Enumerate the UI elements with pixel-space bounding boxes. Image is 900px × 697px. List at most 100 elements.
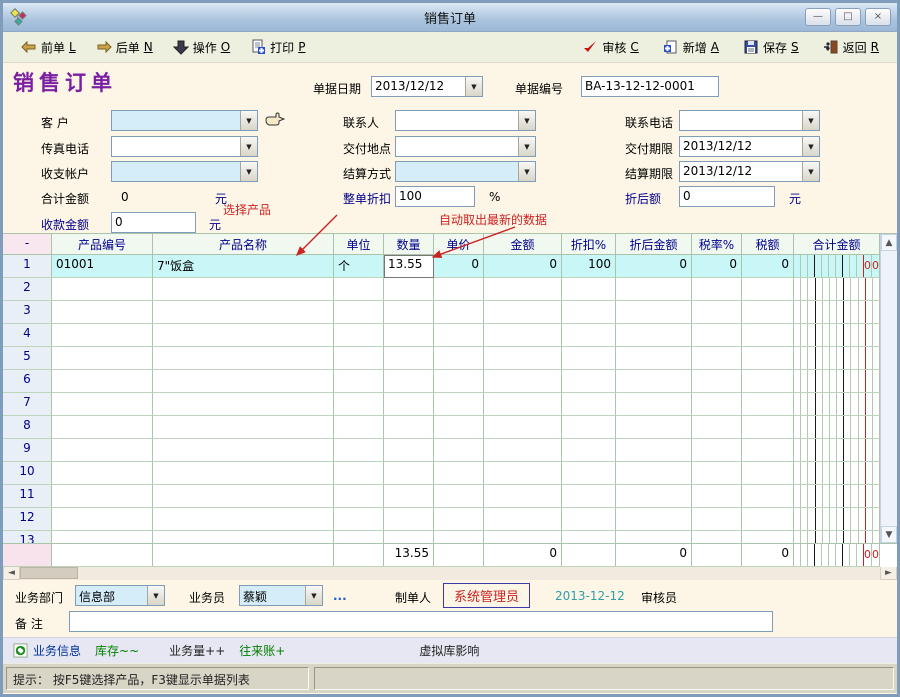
grid-cell[interactable] bbox=[384, 347, 434, 370]
grid-cell[interactable] bbox=[484, 531, 562, 543]
grid-cell[interactable] bbox=[52, 485, 153, 508]
grid-cell[interactable] bbox=[562, 508, 616, 531]
chevron-down-icon[interactable]: ▼ bbox=[240, 111, 257, 130]
grid-cell[interactable] bbox=[484, 462, 562, 485]
grid-cell[interactable] bbox=[434, 324, 484, 347]
grid-cell[interactable] bbox=[153, 301, 334, 324]
grid-cell[interactable] bbox=[334, 278, 384, 301]
grid-cell[interactable] bbox=[742, 416, 794, 439]
grid-cell[interactable] bbox=[616, 278, 692, 301]
inventory-link[interactable]: 库存~~ bbox=[95, 642, 139, 659]
grid-cell[interactable] bbox=[562, 278, 616, 301]
vertical-scrollbar[interactable]: ▲ ▼ bbox=[880, 234, 897, 543]
grid-cell[interactable] bbox=[434, 416, 484, 439]
grid-cell[interactable] bbox=[742, 439, 794, 462]
grid-cell[interactable] bbox=[153, 485, 334, 508]
new-button[interactable]: 新增A bbox=[657, 37, 725, 58]
chevron-down-icon[interactable]: ▼ bbox=[518, 111, 535, 130]
grid-cell[interactable] bbox=[153, 278, 334, 301]
grid-cell[interactable] bbox=[52, 531, 153, 543]
row-number-cell[interactable]: 9 bbox=[3, 439, 52, 462]
grid-cell[interactable] bbox=[334, 485, 384, 508]
grid-cell[interactable] bbox=[616, 508, 692, 531]
grid-cell[interactable] bbox=[562, 347, 616, 370]
grid-cell[interactable] bbox=[562, 485, 616, 508]
grid-cell[interactable] bbox=[334, 462, 384, 485]
doc-date-select[interactable]: 2013/12/12 ▼ bbox=[371, 76, 483, 97]
grid-cell[interactable] bbox=[692, 370, 742, 393]
grid-cell[interactable] bbox=[484, 416, 562, 439]
grid-cell[interactable] bbox=[692, 393, 742, 416]
grid-cell[interactable] bbox=[334, 324, 384, 347]
settle-method-select[interactable]: ▼ bbox=[395, 161, 536, 182]
grid-cell[interactable] bbox=[52, 301, 153, 324]
grid-cell[interactable] bbox=[562, 531, 616, 543]
contact-phone-select[interactable]: ▼ bbox=[679, 110, 820, 131]
grid-cell[interactable]: 个 bbox=[334, 255, 384, 278]
scroll-down-icon[interactable]: ▼ bbox=[881, 526, 897, 543]
grid-cell[interactable]: 0 bbox=[434, 255, 484, 278]
refresh-icon[interactable] bbox=[13, 643, 28, 658]
grid-cell[interactable] bbox=[334, 370, 384, 393]
grid-cell[interactable] bbox=[692, 439, 742, 462]
grid-cell[interactable] bbox=[484, 370, 562, 393]
grid-cell[interactable]: 0 bbox=[484, 255, 562, 278]
fax-select[interactable]: ▼ bbox=[111, 136, 258, 157]
chevron-down-icon[interactable]: ▼ bbox=[465, 77, 482, 96]
more-button[interactable]: ... bbox=[333, 589, 347, 603]
row-number-cell[interactable]: 1 bbox=[3, 255, 52, 278]
grid-cell[interactable]: 0 bbox=[616, 255, 692, 278]
grid-cell[interactable] bbox=[484, 439, 562, 462]
grid-cell[interactable] bbox=[742, 393, 794, 416]
grid-cell[interactable] bbox=[616, 324, 692, 347]
chevron-down-icon[interactable]: ▼ bbox=[518, 137, 535, 156]
business-info-link[interactable]: 业务信息 bbox=[33, 642, 81, 659]
grid-cell[interactable] bbox=[434, 393, 484, 416]
grid-cell[interactable] bbox=[692, 531, 742, 543]
grid-cell[interactable] bbox=[562, 370, 616, 393]
current-account-link[interactable]: 往来账+ bbox=[239, 642, 285, 659]
grid-cell[interactable] bbox=[52, 393, 153, 416]
grid-cell[interactable] bbox=[616, 531, 692, 543]
grid-cell[interactable] bbox=[562, 393, 616, 416]
grid-cell[interactable]: 7"饭盒 bbox=[153, 255, 334, 278]
grid-cell[interactable] bbox=[52, 462, 153, 485]
grid-cell[interactable]: 0 bbox=[742, 255, 794, 278]
grid-cell[interactable] bbox=[384, 301, 434, 324]
print-button[interactable]: 打印P bbox=[244, 37, 311, 58]
scrollbar-thumb[interactable] bbox=[20, 567, 78, 579]
chevron-down-icon[interactable]: ▼ bbox=[240, 137, 257, 156]
grid-cell[interactable] bbox=[692, 301, 742, 324]
grid-cell[interactable] bbox=[384, 370, 434, 393]
grid-cell[interactable] bbox=[562, 462, 616, 485]
grid-cell[interactable] bbox=[562, 416, 616, 439]
grid-cell[interactable] bbox=[153, 324, 334, 347]
grid-cell[interactable] bbox=[616, 370, 692, 393]
grid-cell[interactable] bbox=[562, 324, 616, 347]
grid-cell[interactable] bbox=[153, 370, 334, 393]
row-number-cell[interactable]: 5 bbox=[3, 347, 52, 370]
grid-cell[interactable] bbox=[616, 462, 692, 485]
chevron-down-icon[interactable]: ▼ bbox=[305, 586, 322, 605]
grid-cell[interactable] bbox=[484, 278, 562, 301]
grid-cell[interactable] bbox=[52, 324, 153, 347]
grid-cell[interactable] bbox=[616, 485, 692, 508]
delivery-date-select[interactable]: 2013/12/12 ▼ bbox=[679, 136, 820, 157]
contact-select[interactable]: ▼ bbox=[395, 110, 536, 131]
scroll-left-icon[interactable]: ◄ bbox=[3, 566, 20, 580]
received-amount-input[interactable]: 0 bbox=[111, 212, 196, 233]
grid-cell[interactable] bbox=[692, 416, 742, 439]
grid-cell[interactable] bbox=[484, 485, 562, 508]
grid-cell[interactable]: 01001 bbox=[52, 255, 153, 278]
order-discount-input[interactable]: 100 bbox=[395, 186, 475, 207]
grid-cell[interactable] bbox=[562, 301, 616, 324]
grid-cell[interactable] bbox=[153, 531, 334, 543]
close-button[interactable]: × bbox=[865, 8, 891, 26]
grid-cell[interactable] bbox=[52, 508, 153, 531]
row-number-cell[interactable]: 12 bbox=[3, 508, 52, 531]
grid-cell[interactable] bbox=[334, 508, 384, 531]
account-select[interactable]: ▼ bbox=[111, 161, 258, 182]
grid-cell[interactable] bbox=[742, 278, 794, 301]
grid-cell[interactable] bbox=[52, 370, 153, 393]
chevron-down-icon[interactable]: ▼ bbox=[240, 162, 257, 181]
